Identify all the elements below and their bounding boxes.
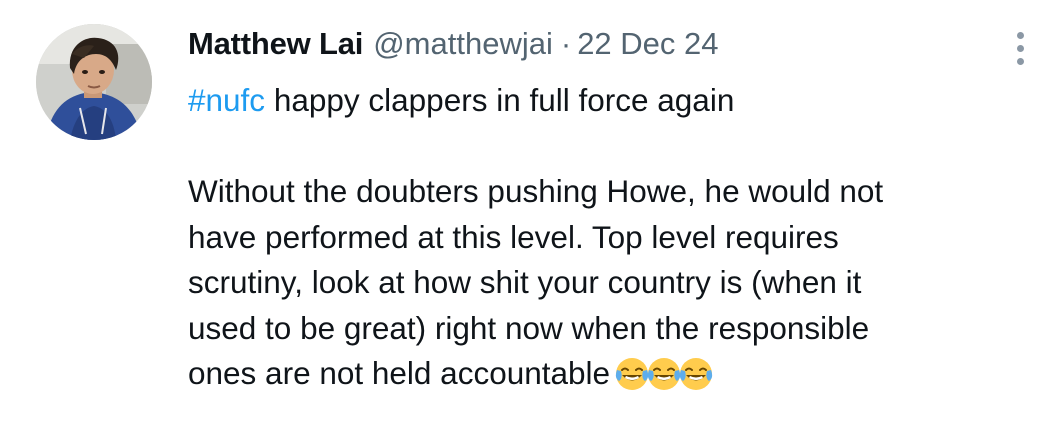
tweet-text-segment: happy clappers in full force again (265, 82, 735, 118)
tweet-text-line: ones are not held accountable (188, 351, 1028, 397)
hashtag-link[interactable]: #nufc (188, 82, 265, 118)
avatar[interactable] (36, 24, 152, 140)
avatar-photo-icon (36, 24, 152, 140)
tweet-header: Matthew Lai @matthewjai · 22 Dec 24 (188, 22, 719, 66)
face-with-tears-of-joy-icon (647, 358, 681, 390)
more-options-icon (1016, 31, 1024, 39)
face-with-tears-of-joy-icon (679, 358, 713, 390)
author-handle[interactable]: @matthewjai (373, 22, 553, 66)
tweet-date[interactable]: 22 Dec 24 (577, 22, 718, 66)
tweet-text: #nufc happy clappers in full force again… (188, 78, 1028, 397)
tweet-text-line: scrutiny, look at how shit your country … (188, 264, 862, 300)
tweet-text-line: Without the doubters pushing Howe, he wo… (188, 173, 884, 209)
more-options-icon-dot (1016, 44, 1024, 52)
header-separator: · (560, 26, 572, 61)
tweet-text-line: used to be great) right now when the res… (188, 309, 870, 346)
tweet-text-segment: ones are not held accountable (188, 355, 611, 391)
emoji-group (610, 355, 714, 391)
paragraph-break (188, 124, 1028, 170)
more-options-button[interactable] (1006, 28, 1034, 68)
more-options-icon-dot (1016, 57, 1024, 65)
author-display-name[interactable]: Matthew Lai (188, 22, 363, 66)
tweet-text-line: have performed at this level. Top level … (188, 218, 839, 255)
tweet-card[interactable]: Matthew Lai @matthewjai · 22 Dec 24 #nuf… (0, 0, 1048, 421)
face-with-tears-of-joy-icon (615, 358, 649, 390)
tweet-text-line: #nufc happy clappers in full force again (188, 78, 1028, 124)
